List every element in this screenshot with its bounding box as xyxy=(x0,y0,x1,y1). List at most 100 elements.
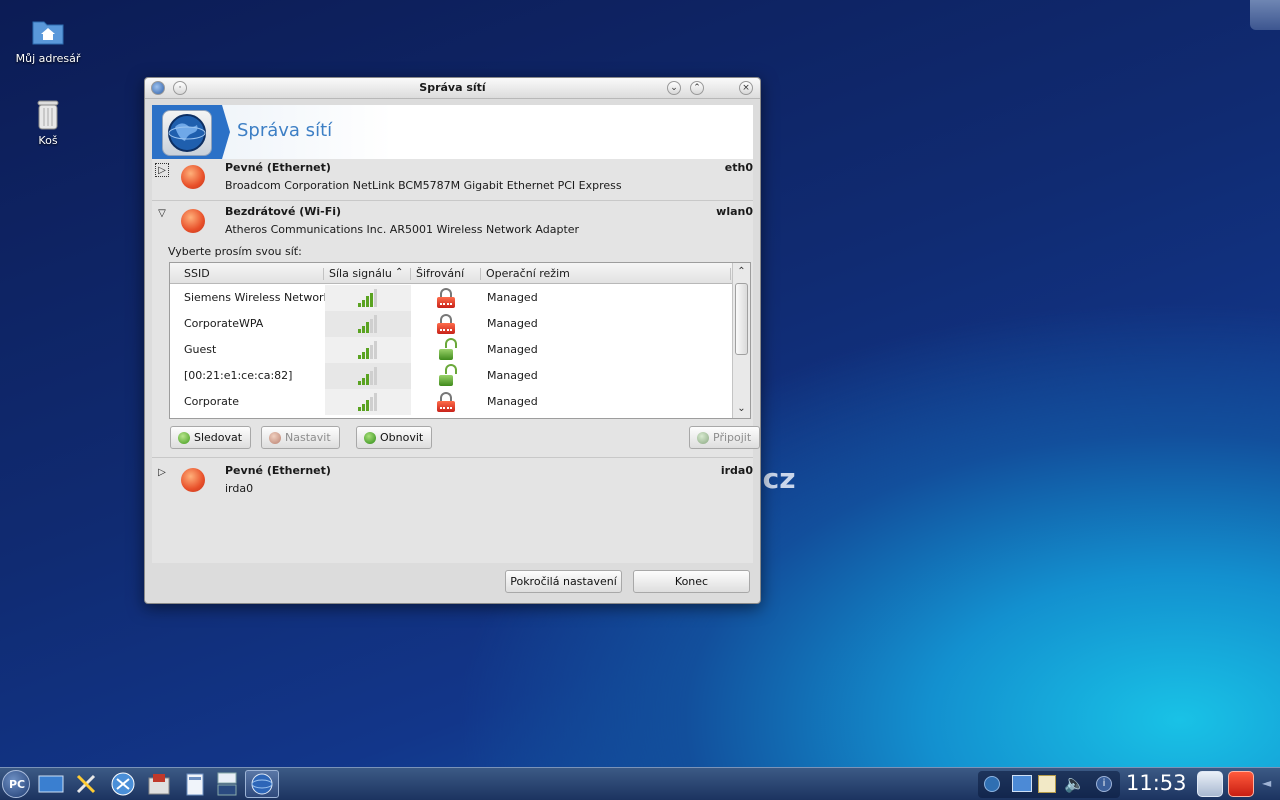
connect-button-label: Připojit xyxy=(713,431,752,444)
table-row[interactable]: Siemens Wireless Network Managed xyxy=(170,285,733,311)
clipboard-icon[interactable] xyxy=(1038,775,1056,793)
network-mode: Managed xyxy=(487,291,538,304)
table-row[interactable]: [00:21:e1:ce:ca:82] Managed xyxy=(170,363,733,389)
monitor-button-label: Sledovat xyxy=(194,431,243,444)
start-menu-button[interactable]: PC xyxy=(2,770,30,798)
scroll-down-icon[interactable]: ⌄ xyxy=(733,401,750,417)
configure-button[interactable]: Nastavit xyxy=(261,426,340,449)
table-body: Siemens Wireless Network Managed Corporate… xyxy=(170,285,733,419)
advanced-settings-button[interactable]: Pokročilá nastavení xyxy=(505,570,622,593)
table-row[interactable]: CorporateWPA Managed xyxy=(170,311,733,337)
signal-bars-icon xyxy=(358,341,378,359)
desktop-icon-label: Koš xyxy=(38,134,58,147)
table-row[interactable]: Corporate Managed xyxy=(170,389,733,415)
signal-bars-icon xyxy=(358,393,378,411)
device-name: Pevné (Ethernet) xyxy=(225,464,331,477)
ethernet-status-icon xyxy=(181,165,205,189)
device-wifi-wlan0[interactable]: ▽ Bezdrátové (Wi-Fi) Atheros Communicati… xyxy=(152,203,753,243)
desktop-toolbox-button[interactable] xyxy=(1250,0,1280,30)
device-ethernet-eth0[interactable]: ▷ Pevné (Ethernet) Broadcom Corporation … xyxy=(152,159,753,199)
signal-bar xyxy=(370,370,373,385)
column-signal[interactable]: Síla signálu xyxy=(329,267,392,280)
connect-button[interactable]: Připojit xyxy=(689,426,761,449)
panel-handle-icon[interactable]: ◄ xyxy=(1262,776,1271,790)
signal-bars-icon xyxy=(358,315,378,333)
column-divider xyxy=(323,268,324,280)
device-name: Pevné (Ethernet) xyxy=(225,161,331,174)
column-ssid[interactable]: SSID xyxy=(184,267,210,280)
refresh-button[interactable]: Obnovit xyxy=(356,426,433,449)
device-description: Broadcom Corporation NetLink BCM5787M Gi… xyxy=(225,179,622,192)
lock-screen-icon[interactable] xyxy=(1197,771,1223,797)
signal-bar xyxy=(370,292,373,307)
device-interface: wlan0 xyxy=(716,205,753,218)
control-center-icon[interactable] xyxy=(108,770,138,798)
column-encryption[interactable]: Šifrování xyxy=(416,267,464,280)
configure-button-label: Nastavit xyxy=(285,431,331,444)
desktop-icon-trash[interactable]: Koš xyxy=(8,98,88,147)
shutdown-icon[interactable] xyxy=(1228,771,1254,797)
connect-icon xyxy=(697,432,709,444)
divider xyxy=(152,457,753,458)
scrollbar-thumb[interactable] xyxy=(735,283,748,355)
trash-icon xyxy=(31,98,65,130)
close-button[interactable]: × xyxy=(739,81,753,95)
expand-icon[interactable]: ▷ xyxy=(155,163,169,177)
device-list: ▷ Pevné (Ethernet) Broadcom Corporation … xyxy=(152,159,761,563)
dialog-header: Správa sítí xyxy=(152,105,753,159)
table-scrollbar[interactable]: ⌃ ⌄ xyxy=(732,263,750,418)
lock-closed-icon xyxy=(435,314,457,334)
close-dialog-button[interactable]: Konec xyxy=(633,570,750,593)
network-ssid: Guest xyxy=(184,343,217,356)
signal-bar xyxy=(370,344,373,359)
desktop-icon-home[interactable]: Můj adresář xyxy=(8,16,88,65)
signal-bar xyxy=(366,374,369,385)
table-row[interactable]: Guest Managed xyxy=(170,337,733,363)
volume-icon[interactable]: 🔈 xyxy=(1064,775,1085,793)
signal-bars-icon xyxy=(358,367,378,385)
package-manager-icon[interactable] xyxy=(144,770,174,798)
desktop-icon-label: Můj adresář xyxy=(15,52,81,65)
signal-bar xyxy=(366,296,369,307)
signal-bars-icon xyxy=(358,289,378,307)
lock-closed-icon xyxy=(435,392,457,412)
column-mode[interactable]: Operační režim xyxy=(486,267,570,280)
scroll-up-icon[interactable]: ⌃ xyxy=(733,264,750,280)
expand-icon[interactable]: ▷ xyxy=(155,466,169,480)
task-network-manager[interactable] xyxy=(245,770,279,798)
device-ethernet-irda0[interactable]: ▷ Pevné (Ethernet) irda0 irda0 xyxy=(152,462,753,502)
desktop-icon[interactable] xyxy=(36,770,66,798)
signal-bar xyxy=(366,400,369,411)
minimize-button[interactable]: ⌄ xyxy=(667,81,681,95)
divider xyxy=(152,200,753,201)
ethernet-status-icon xyxy=(181,468,205,492)
signal-strength-cell xyxy=(325,363,411,389)
window-titlebar[interactable]: · Správa sítí ⌄ ⌃ × xyxy=(145,78,760,99)
virtual-desktops-icon[interactable] xyxy=(214,770,240,798)
signal-bar xyxy=(374,315,377,333)
file-manager-icon[interactable] xyxy=(180,770,210,798)
wifi-network-table: SSID Síla signálu ⌃ Šifrování Operační r… xyxy=(169,262,751,419)
signal-bar xyxy=(370,318,373,333)
monitor-button[interactable]: Sledovat xyxy=(170,426,252,449)
maximize-button[interactable]: ⌃ xyxy=(690,81,704,95)
settings-tools-icon[interactable] xyxy=(72,770,102,798)
signal-bar xyxy=(366,348,369,359)
lock-open-icon xyxy=(435,338,457,360)
column-divider xyxy=(730,268,731,280)
header-title: Správa sítí xyxy=(237,120,333,141)
clock[interactable]: 11:53 xyxy=(1126,771,1187,795)
collapse-icon[interactable]: ▽ xyxy=(155,207,169,221)
signal-bar xyxy=(370,396,373,411)
sort-ascending-icon: ⌃ xyxy=(395,267,404,278)
signal-bar xyxy=(358,381,361,385)
signal-bar xyxy=(374,367,377,385)
home-folder-icon xyxy=(31,16,65,48)
network-ssid: Siemens Wireless Network xyxy=(184,291,330,304)
info-icon[interactable]: i xyxy=(1096,776,1112,792)
network-status-icon[interactable] xyxy=(1012,775,1032,792)
back-arrow-icon[interactable] xyxy=(984,776,1000,792)
device-description: irda0 xyxy=(225,482,254,495)
column-divider xyxy=(480,268,481,280)
device-name: Bezdrátové (Wi-Fi) xyxy=(225,205,342,218)
